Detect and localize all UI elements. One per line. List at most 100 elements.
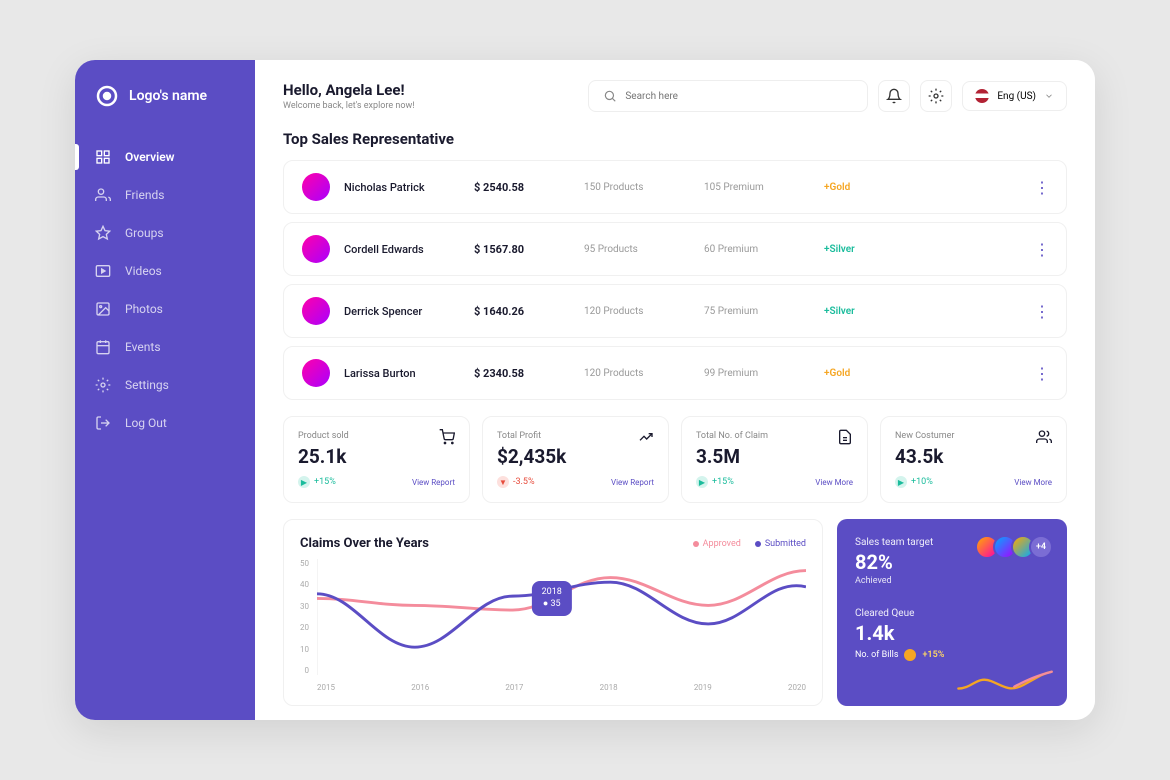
rep-list: Nicholas Patrick$ 2540.58150 Products105… bbox=[283, 160, 1067, 400]
rep-premium: 75 Premium bbox=[704, 306, 824, 317]
rep-premium: 60 Premium bbox=[704, 244, 824, 255]
avatar-more[interactable]: +4 bbox=[1029, 535, 1053, 559]
stat-icon bbox=[439, 429, 455, 445]
rep-badge: +Silver bbox=[824, 306, 1034, 317]
stat-link[interactable]: View Report bbox=[412, 478, 455, 487]
notifications-button[interactable] bbox=[878, 80, 910, 112]
stat-change: ▶+15% bbox=[696, 476, 734, 488]
stat-label: Product sold bbox=[298, 431, 455, 441]
more-button[interactable]: ⋮ bbox=[1034, 178, 1048, 197]
rep-badge: +Silver bbox=[824, 244, 1034, 255]
target-card: Sales team target 82% Achieved +4 Cleare… bbox=[837, 519, 1067, 706]
chart-card: Claims Over the Years Approved Submitted… bbox=[283, 519, 823, 706]
more-button[interactable]: ⋮ bbox=[1034, 302, 1048, 321]
nav-label: Videos bbox=[125, 264, 162, 278]
sparkline bbox=[955, 668, 1055, 696]
bottom-row: Claims Over the Years Approved Submitted… bbox=[283, 519, 1067, 706]
legend-submitted: Submitted bbox=[755, 539, 806, 549]
nav-label: Photos bbox=[125, 302, 163, 316]
rep-premium: 99 Premium bbox=[704, 368, 824, 379]
chart-lines bbox=[317, 559, 806, 675]
avatar bbox=[302, 173, 330, 201]
legend-dot-icon bbox=[693, 541, 699, 547]
more-button[interactable]: ⋮ bbox=[1034, 364, 1048, 383]
stat-link[interactable]: View More bbox=[1014, 478, 1052, 487]
avatar bbox=[302, 359, 330, 387]
coin-icon bbox=[904, 649, 916, 661]
sidebar-item-groups[interactable]: Groups bbox=[75, 214, 255, 252]
sidebar-item-events[interactable]: Events bbox=[75, 328, 255, 366]
team-avatars: +4 bbox=[981, 535, 1053, 559]
sidebar-item-photos[interactable]: Photos bbox=[75, 290, 255, 328]
logo-text: Logo's name bbox=[129, 88, 207, 104]
section-title-reps: Top Sales Representative bbox=[283, 130, 1067, 148]
settings-button[interactable] bbox=[920, 80, 952, 112]
sidebar-item-overview[interactable]: Overview bbox=[75, 138, 255, 176]
rep-row: Larissa Burton$ 2340.58120 Products99 Pr… bbox=[283, 346, 1067, 400]
language-selector[interactable]: Eng (US) bbox=[962, 81, 1067, 111]
stat-change: ▶+10% bbox=[895, 476, 933, 488]
bell-icon bbox=[886, 88, 902, 104]
stat-card: New Costumer43.5k▶+10%View More bbox=[880, 416, 1067, 503]
stat-icon bbox=[1036, 429, 1052, 445]
rep-products: 120 Products bbox=[584, 368, 704, 379]
legend-dot-icon bbox=[755, 541, 761, 547]
videos-icon bbox=[95, 263, 111, 279]
rep-badge: +Gold bbox=[824, 182, 1034, 193]
friends-icon bbox=[95, 187, 111, 203]
stat-value: 43.5k bbox=[895, 445, 1052, 468]
stat-card: Total No. of Claim3.5M▶+15%View More bbox=[681, 416, 868, 503]
rep-products: 150 Products bbox=[584, 182, 704, 193]
queue-section: Cleared Qeue 1.4k No. of Bills +15% bbox=[855, 608, 1049, 661]
photos-icon bbox=[95, 301, 111, 317]
more-button[interactable]: ⋮ bbox=[1034, 240, 1048, 259]
rep-amount: $ 2540.58 bbox=[474, 181, 584, 194]
greeting: Hello, Angela Lee! Welcome back, let's e… bbox=[283, 81, 415, 111]
chart-body: 50403020100 2018 ● 35 201520162017201820… bbox=[300, 559, 806, 689]
nav-label: Groups bbox=[125, 226, 164, 240]
stat-card: Total Profit$2,435k▼-3.5%View Report bbox=[482, 416, 669, 503]
chart-tooltip: 2018 ● 35 bbox=[532, 581, 572, 616]
events-icon bbox=[95, 339, 111, 355]
rep-name: Cordell Edwards bbox=[344, 243, 474, 256]
legend-approved: Approved bbox=[693, 539, 741, 549]
stat-change: ▼-3.5% bbox=[497, 476, 535, 488]
rep-row: Cordell Edwards$ 1567.8095 Products60 Pr… bbox=[283, 222, 1067, 276]
stat-label: Total Profit bbox=[497, 431, 654, 441]
sidebar-item-settings[interactable]: Settings bbox=[75, 366, 255, 404]
chart-area: 2018 ● 35 201520162017201820192020 bbox=[317, 559, 806, 689]
logo: Logo's name bbox=[75, 84, 255, 138]
stat-card: Product sold25.1k▶+15%View Report bbox=[283, 416, 470, 503]
sidebar-item-friends[interactable]: Friends bbox=[75, 176, 255, 214]
sidebar-item-logout[interactable]: Log Out bbox=[75, 404, 255, 442]
queue-value: 1.4k bbox=[855, 621, 1049, 645]
stat-icon bbox=[837, 429, 853, 445]
settings-icon bbox=[95, 377, 111, 393]
nav-label: Overview bbox=[125, 150, 175, 164]
logo-icon bbox=[95, 84, 119, 108]
rep-badge: +Gold bbox=[824, 368, 1034, 379]
rep-name: Larissa Burton bbox=[344, 367, 474, 380]
stat-link[interactable]: View Report bbox=[611, 478, 654, 487]
rep-name: Nicholas Patrick bbox=[344, 181, 474, 194]
target-status: Achieved bbox=[855, 576, 1049, 586]
nav-label: Events bbox=[125, 340, 161, 354]
search-box[interactable] bbox=[588, 80, 868, 112]
avatar bbox=[302, 297, 330, 325]
queue-label: Cleared Qeue bbox=[855, 608, 1049, 619]
header-actions: Eng (US) bbox=[588, 80, 1067, 112]
nav-label: Log Out bbox=[125, 416, 167, 430]
sidebar-item-videos[interactable]: Videos bbox=[75, 252, 255, 290]
stat-icon bbox=[638, 429, 654, 445]
chevron-down-icon bbox=[1044, 91, 1054, 101]
bills-row: No. of Bills +15% bbox=[855, 649, 1049, 661]
rep-amount: $ 2340.58 bbox=[474, 367, 584, 380]
rep-amount: $ 1640.26 bbox=[474, 305, 584, 318]
x-axis: 201520162017201820192020 bbox=[317, 683, 806, 692]
search-input[interactable] bbox=[625, 91, 853, 102]
stat-label: Total No. of Claim bbox=[696, 431, 853, 441]
stat-value: 25.1k bbox=[298, 445, 455, 468]
stat-link[interactable]: View More bbox=[815, 478, 853, 487]
avatar bbox=[302, 235, 330, 263]
rep-row: Derrick Spencer$ 1640.26120 Products75 P… bbox=[283, 284, 1067, 338]
